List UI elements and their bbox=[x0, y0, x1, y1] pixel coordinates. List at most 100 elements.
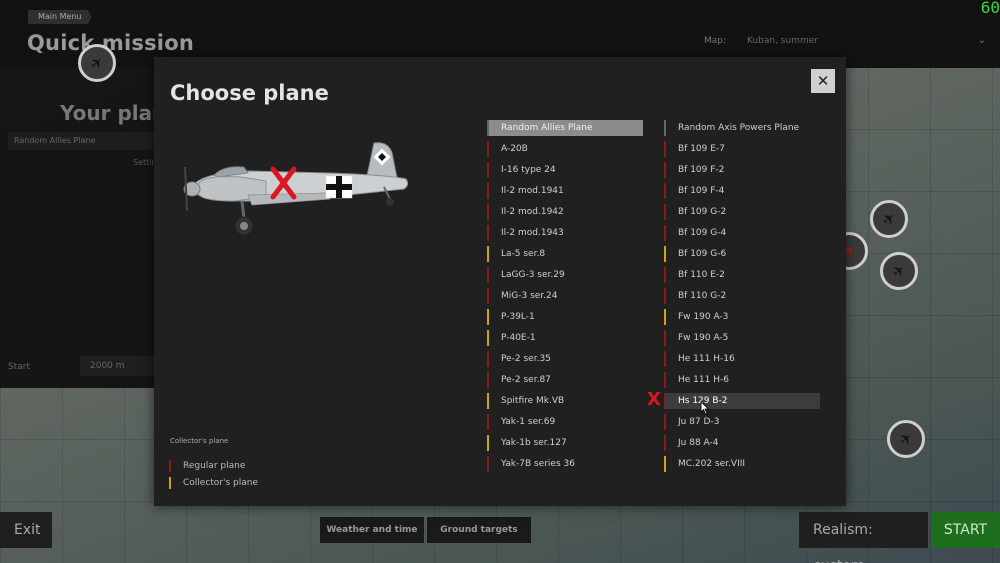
plane-option-yak-1-ser-69[interactable]: Yak-1 ser.69 bbox=[487, 414, 643, 430]
plane-option-bf-109-g-6[interactable]: Bf 109 G-6 bbox=[664, 246, 820, 262]
weather-time-button[interactable]: Weather and time bbox=[320, 517, 424, 543]
plane-option-p-40e-1[interactable]: P-40E-1 bbox=[487, 330, 643, 346]
plane-option-random-axis-powers-plane[interactable]: Random Axis Powers Plane bbox=[664, 120, 820, 136]
map-plane-marker[interactable] bbox=[880, 252, 918, 290]
regular-plane-marker bbox=[664, 351, 666, 367]
plane-option-bf-109-f-4[interactable]: Bf 109 F-4 bbox=[664, 183, 820, 199]
plane-option-lagg-3-ser-29[interactable]: LaGG-3 ser.29 bbox=[487, 267, 643, 283]
plane-option-label: Random Allies Plane bbox=[501, 123, 593, 133]
plane-option-label: Bf 110 E-2 bbox=[678, 270, 725, 280]
allies-plane-list: Random Allies Plane A-20B I-16 type 24 Il-2… bbox=[487, 120, 643, 477]
plane-option-label: Il-2 mod.1942 bbox=[501, 207, 564, 217]
plane-option-label: Random Axis Powers Plane bbox=[678, 123, 800, 133]
map-label: Map: bbox=[704, 36, 727, 46]
legend-collector: Collector's plane bbox=[169, 477, 258, 489]
regular-plane-marker bbox=[487, 372, 489, 388]
collector-plane-marker bbox=[487, 309, 489, 325]
plane-option-p-39l-1[interactable]: P-39L-1 bbox=[487, 309, 643, 325]
plane-option-bf-109-e-7[interactable]: Bf 109 E-7 bbox=[664, 141, 820, 157]
regular-plane-marker bbox=[664, 162, 666, 178]
regular-color-swatch bbox=[169, 460, 171, 472]
plane-option-bf-109-f-2[interactable]: Bf 109 F-2 bbox=[664, 162, 820, 178]
close-button[interactable]: ✕ bbox=[811, 69, 835, 93]
regular-plane-marker bbox=[664, 204, 666, 220]
collector-plane-marker bbox=[664, 309, 666, 325]
mouse-cursor-icon bbox=[700, 401, 710, 415]
plane-option-label: MiG-3 ser.24 bbox=[501, 291, 558, 301]
exit-button[interactable]: Exit bbox=[0, 512, 52, 548]
map-plane-marker[interactable] bbox=[887, 420, 925, 458]
plane-option-mig-3-ser-24[interactable]: MiG-3 ser.24 bbox=[487, 288, 643, 304]
choose-plane-dialog: Choose plane ✕ Collector's plane Regular… bbox=[154, 57, 846, 506]
random-plane-marker bbox=[664, 120, 666, 136]
plane-option-fw-190-a-3[interactable]: Fw 190 A-3 bbox=[664, 309, 820, 325]
plane-option-label: Yak-1b ser.127 bbox=[501, 438, 567, 448]
regular-plane-marker bbox=[664, 372, 666, 388]
breadcrumb-main-menu[interactable]: Main Menu bbox=[28, 10, 92, 24]
regular-plane-marker bbox=[487, 456, 489, 472]
plane-option-bf-109-g-2[interactable]: Bf 109 G-2 bbox=[664, 204, 820, 220]
regular-plane-marker bbox=[664, 141, 666, 157]
regular-plane-marker bbox=[487, 351, 489, 367]
plane-option-he-111-h-16[interactable]: He 111 H-16 bbox=[664, 351, 820, 367]
plane-option-label: Il-2 mod.1941 bbox=[501, 186, 564, 196]
map-select[interactable]: Kuban, summer ⌄ bbox=[740, 30, 992, 52]
collector-plane-marker bbox=[664, 246, 666, 262]
legend-regular: Regular plane bbox=[169, 460, 245, 472]
plane-option-il-2-mod-1941[interactable]: Il-2 mod.1941 bbox=[487, 183, 643, 199]
plane-option-i-16-type-24[interactable]: I-16 type 24 bbox=[487, 162, 643, 178]
plane-option-label: MC.202 ser.VIII bbox=[678, 459, 746, 469]
plane-option-label: Bf 109 G-4 bbox=[678, 228, 727, 238]
plane-option-bf-109-g-4[interactable]: Bf 109 G-4 bbox=[664, 225, 820, 241]
collector-plane-marker bbox=[664, 456, 666, 472]
plane-option-la-5-ser-8[interactable]: La-5 ser.8 bbox=[487, 246, 643, 262]
plane-option-label: A-20B bbox=[501, 144, 528, 154]
plane-option-label: Spitfire Mk.VB bbox=[501, 396, 565, 406]
plane-option-label: He 111 H-6 bbox=[678, 375, 729, 385]
plane-option-pe-2-ser-87[interactable]: Pe-2 ser.87 bbox=[487, 372, 643, 388]
plane-option-label: Bf 110 G-2 bbox=[678, 291, 727, 301]
plane-option-ju-88-a-4[interactable]: Ju 88 A-4 bbox=[664, 435, 820, 451]
map-plane-marker[interactable] bbox=[78, 44, 116, 82]
plane-option-yak-7b-series-36[interactable]: Yak-7B series 36 bbox=[487, 456, 643, 472]
plane-option-spitfire-mk-vb[interactable]: Spitfire Mk.VB bbox=[487, 393, 643, 409]
plane-option-label: He 111 H-16 bbox=[678, 354, 735, 364]
plane-option-label: P-39L-1 bbox=[501, 312, 535, 322]
plane-option-il-2-mod-1942[interactable]: Il-2 mod.1942 bbox=[487, 204, 643, 220]
plane-option-bf-110-e-2[interactable]: Bf 110 E-2 bbox=[664, 267, 820, 283]
plane-option-label: P-40E-1 bbox=[501, 333, 536, 343]
map-select-value: Kuban, summer bbox=[747, 36, 818, 46]
plane-option-a-20b[interactable]: A-20B bbox=[487, 141, 643, 157]
plane-option-bf-110-g-2[interactable]: Bf 110 G-2 bbox=[664, 288, 820, 304]
map-plane-marker[interactable] bbox=[870, 200, 908, 238]
plane-option-hs-129-b-2[interactable]: Hs 129 B-2 bbox=[664, 393, 820, 409]
plane-select-field[interactable]: Random Allies Plane bbox=[8, 132, 158, 150]
plane-option-label: Bf 109 F-4 bbox=[678, 186, 725, 196]
collector-plane-marker bbox=[487, 435, 489, 451]
regular-plane-marker bbox=[487, 183, 489, 199]
plane-option-yak-1b-ser-127[interactable]: Yak-1b ser.127 bbox=[487, 435, 643, 451]
start-button[interactable]: START bbox=[931, 512, 1000, 548]
plane-option-label: Ju 88 A-4 bbox=[678, 438, 719, 448]
plane-option-label: Bf 109 F-2 bbox=[678, 165, 725, 175]
ground-targets-button[interactable]: Ground targets bbox=[427, 517, 531, 543]
plane-option-il-2-mod-1943[interactable]: Il-2 mod.1943 bbox=[487, 225, 643, 241]
random-plane-marker bbox=[487, 120, 489, 136]
start-altitude-input[interactable]: 2000 m bbox=[80, 356, 158, 376]
plane-option-fw-190-a-5[interactable]: Fw 190 A-5 bbox=[664, 330, 820, 346]
plane-option-mc-202-ser-viii[interactable]: MC.202 ser.VIII bbox=[664, 456, 820, 472]
regular-plane-marker bbox=[664, 267, 666, 283]
realism-button[interactable]: Realism: custom bbox=[799, 512, 928, 563]
plane-option-label: Il-2 mod.1943 bbox=[501, 228, 564, 238]
fps-counter: 60 bbox=[980, 0, 1000, 17]
plane-option-random-allies-plane[interactable]: Random Allies Plane bbox=[487, 120, 643, 136]
dialog-title: Choose plane bbox=[170, 81, 329, 105]
plane-option-ju-87-d-3[interactable]: Ju 87 D-3 bbox=[664, 414, 820, 430]
plane-option-pe-2-ser-35[interactable]: Pe-2 ser.35 bbox=[487, 351, 643, 367]
plane-option-label: Yak-1 ser.69 bbox=[501, 417, 556, 427]
plane-option-label: La-5 ser.8 bbox=[501, 249, 546, 259]
plane-option-label: Bf 109 E-7 bbox=[678, 144, 725, 154]
plane-option-he-111-h-6[interactable]: He 111 H-6 bbox=[664, 372, 820, 388]
regular-plane-marker bbox=[664, 435, 666, 451]
legend-collector-label: Collector's plane bbox=[183, 478, 259, 488]
